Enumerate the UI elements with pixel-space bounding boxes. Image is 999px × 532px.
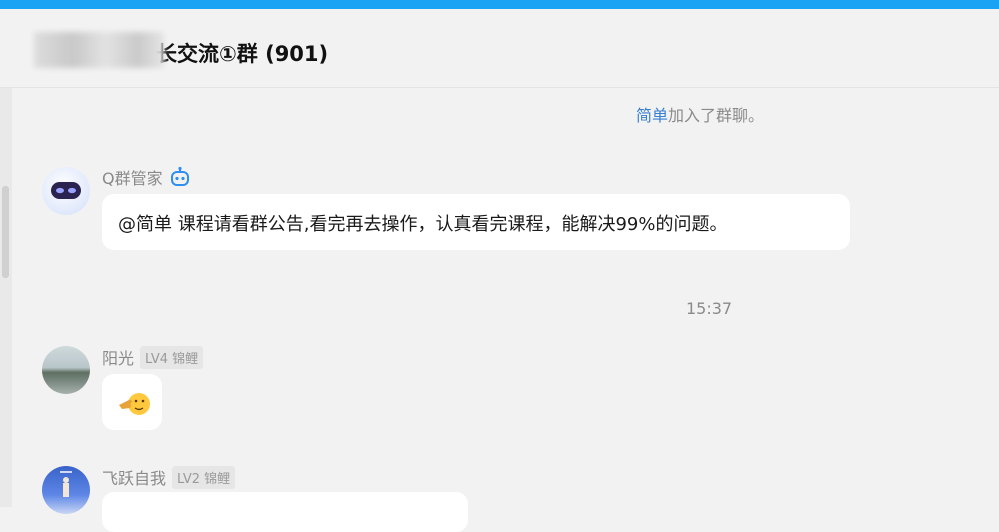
redacted-title-blur	[34, 32, 164, 68]
system-join-message: 简单加入了群聊。	[636, 102, 764, 126]
message-bubble[interactable]	[102, 374, 162, 430]
level-badge: LV4 锦鲤	[140, 345, 204, 369]
joined-user-link[interactable]: 简单	[636, 106, 668, 125]
message-sender[interactable]: 飞跃自我 LV2 锦鲤	[102, 465, 236, 489]
message-bubble[interactable]: @简单 课程请看群公告,看完再去操作，认真看完课程，能解决99%的问题。	[102, 194, 850, 250]
avatar[interactable]	[42, 167, 90, 215]
message-sender[interactable]: 阳光 LV4 锦鲤	[102, 345, 204, 369]
time-divider: 15:37	[686, 299, 733, 318]
level-badge: LV2 锦鲤	[172, 465, 236, 489]
left-panel-edge	[0, 88, 12, 507]
scrollbar-thumb[interactable]	[2, 186, 9, 278]
pointing-emoji-icon	[119, 393, 150, 415]
window-top-accent-bar	[0, 0, 999, 9]
robot-icon	[170, 166, 189, 186]
message-text: @简单 课程请看群公告,看完再去操作，认真看完课程，能解决99%的问题。	[118, 214, 728, 235]
bot-avatar-icon	[51, 182, 81, 199]
message-bubble[interactable]	[102, 492, 468, 532]
message-sender[interactable]: Q群管家	[102, 165, 191, 189]
join-text: 加入了群聊。	[668, 106, 765, 125]
avatar[interactable]	[42, 346, 90, 394]
